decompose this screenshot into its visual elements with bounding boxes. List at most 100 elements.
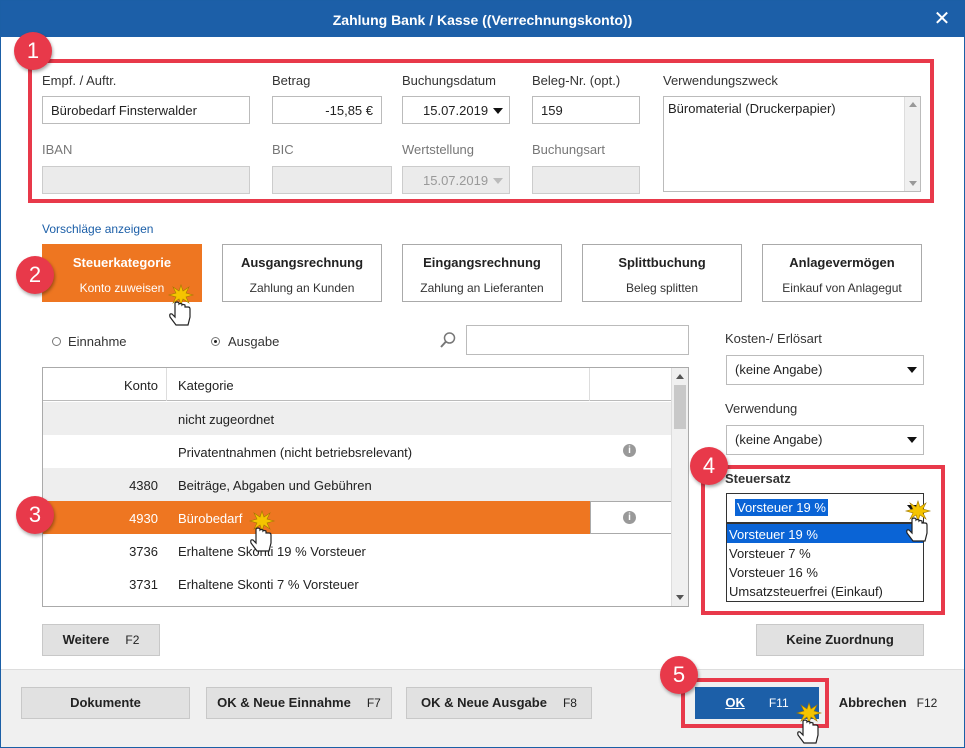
row-konto: 4930: [129, 511, 158, 526]
tile-splittbuchung[interactable]: Splittbuchung Beleg splitten: [582, 244, 742, 302]
abbrechen-label: Abbrechen: [838, 695, 907, 710]
suggestions-link[interactable]: Vorschläge anzeigen: [42, 222, 153, 236]
info-icon[interactable]: i: [623, 444, 636, 457]
tile-ausgangsrechnung[interactable]: Ausgangsrechnung Zahlung an Kunden: [222, 244, 382, 302]
buchungsdatum-value: 15.07.2019: [423, 103, 489, 118]
kosten-dropdown[interactable]: (keine Angabe): [726, 355, 924, 385]
pointer-hand-icon: [904, 500, 932, 542]
close-icon[interactable]: ✕: [920, 1, 964, 37]
option-vorsteuer-19[interactable]: Vorsteuer 19 %: [727, 524, 923, 543]
option-vorsteuer-16[interactable]: Vorsteuer 16 %: [727, 562, 923, 581]
kosten-value: (keine Angabe): [735, 362, 823, 377]
zweck-value: Büromaterial (Druckerpapier): [668, 101, 836, 116]
weitere-button[interactable]: Weitere F2: [42, 624, 160, 656]
info-icon[interactable]: i: [623, 511, 636, 524]
pointer-hand-icon: [167, 284, 195, 326]
verwendung-label: Verwendung: [725, 401, 798, 416]
annotation-badge-1: 1: [14, 32, 52, 70]
table-row[interactable]: 3736 Erhaltene Skonti 19 % Vorsteuer: [43, 534, 672, 567]
chevron-down-icon: [907, 437, 917, 443]
table-row[interactable]: 4380 Beiträge, Abgaben und Gebühren: [43, 468, 672, 501]
col-divider: [589, 368, 590, 401]
row-kategorie: Beiträge, Abgaben und Gebühren: [178, 478, 372, 493]
col-konto-header[interactable]: Konto: [43, 378, 158, 393]
dokumente-button[interactable]: Dokumente: [21, 687, 190, 719]
ok-neue-einnahme-button[interactable]: OK & Neue Einnahme F7: [206, 687, 392, 719]
buchungsdatum-dropdown[interactable]: 15.07.2019: [402, 96, 510, 124]
scroll-up-icon[interactable]: [909, 102, 917, 107]
chevron-down-icon: [493, 178, 503, 184]
tile-subtitle: Einkauf von Anlagegut: [782, 281, 902, 295]
pointer-hand-icon: [795, 702, 823, 744]
annotation-badge-2: 2: [16, 256, 54, 294]
zweck-label: Verwendungszweck: [663, 73, 778, 88]
tile-title: Eingangsrechnung: [423, 255, 541, 270]
keine-zuordnung-button[interactable]: Keine Zuordnung: [756, 624, 924, 656]
beleg-input[interactable]: 159: [532, 96, 640, 124]
radio-einnahme[interactable]: [52, 337, 61, 346]
col-divider: [166, 368, 167, 401]
ok-neue-ausgabe-key: F8: [562, 696, 577, 710]
dialog-window: Zahlung Bank / Kasse ((Verrechnungskonto…: [0, 0, 965, 748]
table-row[interactable]: Privatentnahmen (nicht betriebsrelevant)…: [43, 435, 672, 468]
window-title: Zahlung Bank / Kasse ((Verrechnungskonto…: [332, 12, 633, 28]
tile-anlagevermoegen[interactable]: Anlagevermögen Einkauf von Anlagegut: [762, 244, 922, 302]
table-row-selected[interactable]: 4930 Bürobedarf i: [43, 501, 672, 534]
row-konto: 3736: [129, 544, 158, 559]
beleg-label: Beleg-Nr. (opt.): [532, 73, 621, 88]
abbrechen-key: F12: [916, 696, 938, 710]
iban-input: [42, 166, 250, 194]
wert-dropdown: 15.07.2019: [402, 166, 510, 194]
option-umsatzsteuerfrei[interactable]: Umsatzsteuerfrei (Einkauf): [727, 581, 923, 600]
steuersatz-value: Vorsteuer 19 %: [735, 499, 828, 516]
row-kategorie: Bürobedarf: [178, 511, 243, 526]
wert-value: 15.07.2019: [423, 173, 489, 188]
textarea-scrollbar[interactable]: [904, 97, 920, 191]
option-vorsteuer-7[interactable]: Vorsteuer 7 %: [727, 543, 923, 562]
table-row[interactable]: 3731 Erhaltene Skonti 7 % Vorsteuer: [43, 567, 672, 600]
row-kategorie: nicht zugeordnet: [178, 412, 275, 427]
table-scrollbar[interactable]: [671, 368, 688, 606]
scroll-down-icon[interactable]: [676, 595, 684, 600]
betrag-label: Betrag: [272, 73, 311, 88]
table-row[interactable]: nicht zugeordnet: [43, 402, 672, 435]
radio-ausgabe[interactable]: [211, 337, 220, 346]
ausgabe-label: Ausgabe: [228, 334, 280, 349]
annotation-badge-5: 5: [660, 656, 698, 694]
tile-subtitle: Zahlung an Lieferanten: [420, 281, 544, 295]
steuersatz-dropdown[interactable]: Vorsteuer 19 %: [726, 493, 924, 523]
zweck-textarea[interactable]: Büromaterial (Druckerpapier): [663, 96, 921, 192]
search-icon: [440, 332, 456, 348]
steuersatz-label: Steuersatz: [725, 471, 791, 486]
row-kategorie: Privatentnahmen (nicht betriebsrelevant): [178, 445, 413, 460]
ok-neue-ausgabe-button[interactable]: OK & Neue Ausgabe F8: [406, 687, 592, 719]
tile-eingangsrechnung[interactable]: Eingangsrechnung Zahlung an Lieferanten: [402, 244, 562, 302]
tile-subtitle: Beleg splitten: [625, 281, 699, 295]
scroll-thumb[interactable]: [674, 385, 686, 429]
ok-key: F11: [768, 696, 789, 710]
scroll-down-icon[interactable]: [909, 181, 917, 186]
search-input[interactable]: [466, 325, 689, 355]
empf-input[interactable]: Bürobedarf Finsterwalder: [42, 96, 250, 124]
chevron-down-icon: [907, 367, 917, 373]
empf-label: Empf. / Auftr.: [42, 73, 117, 88]
chevron-down-icon: [493, 108, 503, 114]
pointer-hand-icon: [248, 510, 276, 552]
iban-label: IBAN: [42, 142, 73, 157]
table-header: Konto Kategorie: [43, 368, 672, 401]
tile-subtitle: Zahlung an Kunden: [249, 281, 355, 295]
title-bar: Zahlung Bank / Kasse ((Verrechnungskonto…: [1, 1, 964, 37]
row-info-cell[interactable]: i: [590, 501, 672, 534]
verwendung-value: (keine Angabe): [735, 432, 823, 447]
col-kategorie-header[interactable]: Kategorie: [178, 378, 234, 393]
ok-label: OK: [725, 695, 745, 710]
steuersatz-options-list: Vorsteuer 19 % Vorsteuer 7 % Vorsteuer 1…: [726, 523, 924, 602]
betrag-input[interactable]: -15,85 €: [272, 96, 382, 124]
verwendung-dropdown[interactable]: (keine Angabe): [726, 425, 924, 455]
buchungsdatum-label: Buchungsdatum: [402, 73, 496, 88]
ok-neue-einnahme-key: F7: [366, 696, 381, 710]
weitere-key: F2: [125, 633, 140, 647]
abbrechen-button[interactable]: Abbrechen F12: [832, 687, 944, 719]
scroll-up-icon[interactable]: [676, 374, 684, 379]
tile-title: Ausgangsrechnung: [240, 255, 364, 270]
